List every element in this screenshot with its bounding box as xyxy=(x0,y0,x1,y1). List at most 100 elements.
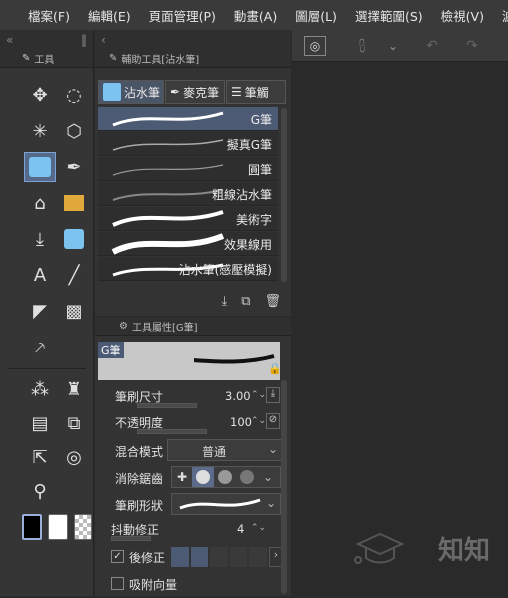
move-icon[interactable]: ✥ xyxy=(24,80,56,110)
collapse-left-icon[interactable]: ‹ xyxy=(101,33,106,47)
tone-icon[interactable]: ▩ xyxy=(58,296,90,326)
redo-icon[interactable]: ↷ xyxy=(462,36,482,56)
blend-mode-row: 混合模式 普通 ⌄ xyxy=(103,437,283,463)
main-color-swatch[interactable] xyxy=(22,514,42,540)
chevron-down-icon[interactable]: ⌄ xyxy=(386,36,400,56)
frame-icon[interactable]: ◤ xyxy=(24,296,56,326)
opacity-row: 不透明度 100 ⌃⌄ ⊘ xyxy=(103,410,283,436)
pointer-icon[interactable]: ⇱ xyxy=(24,442,56,472)
object-select-icon[interactable]: ⬡ xyxy=(58,116,90,146)
antialias-weak-icon[interactable] xyxy=(192,467,214,487)
text-icon[interactable]: A xyxy=(24,260,56,290)
tool-panel-title: 工具 xyxy=(34,55,55,66)
watermark-text: 知知 xyxy=(438,536,491,566)
tool-panel-header: « ‖ xyxy=(0,30,93,50)
menu-edit[interactable]: 編輯(E) xyxy=(88,6,131,25)
fill-icon[interactable]: ⤓ xyxy=(24,224,56,254)
tool-panel-tab[interactable]: ✎ 工具 xyxy=(0,50,93,68)
brush-calligraphy[interactable]: 美術字 xyxy=(98,207,278,231)
brush-shape-select[interactable]: ⌄ xyxy=(171,493,281,515)
level-2[interactable] xyxy=(190,547,209,567)
menu-selection[interactable]: 選擇範圍(S) xyxy=(355,6,423,25)
tab-stroke[interactable]: ☰ 筆觸 xyxy=(226,80,286,104)
spinner-icon[interactable]: ⌃⌄ xyxy=(251,390,266,400)
spray-icon[interactable]: ⁂ xyxy=(24,374,56,404)
chevron-down-icon[interactable]: ⌄ xyxy=(258,467,278,487)
level-3[interactable] xyxy=(210,547,228,567)
stabilization-slider[interactable] xyxy=(111,536,151,541)
brush-round-pen[interactable]: 圓筆 xyxy=(98,157,278,181)
brush-thick-pen[interactable]: 粗線沾水筆 xyxy=(98,182,278,206)
sub-color-swatch[interactable] xyxy=(48,514,68,540)
blend-mode-value: 普通 xyxy=(202,445,227,459)
antialias-medium-icon[interactable] xyxy=(214,467,236,487)
brush-size-value[interactable]: 3.00 xyxy=(225,389,251,403)
lasso-icon[interactable]: ◌ xyxy=(58,80,90,110)
level-4[interactable] xyxy=(229,547,248,567)
opacity-value[interactable]: 100 xyxy=(230,415,252,429)
level-1[interactable] xyxy=(171,547,189,567)
spinner-icon[interactable]: ⌃⌄ xyxy=(251,416,266,426)
stamp-icon[interactable]: ♜ xyxy=(58,374,90,404)
duplicate-icon[interactable]: ⧉ xyxy=(241,294,250,309)
sub-tool-panel: ‹ ✎ 輔助工具[沾水筆] 沾水筆 ✒ 麥克筆 ☰ 筆觸 G筆 擬真G筆 圓筆 … xyxy=(95,30,291,316)
gradient-icon[interactable]: ▤ xyxy=(24,408,56,438)
snap-vector-checkbox[interactable] xyxy=(111,577,124,590)
brush-list-scrollbar[interactable] xyxy=(281,108,287,282)
decoration-icon[interactable] xyxy=(58,188,90,218)
stabilization-value[interactable]: 4 xyxy=(237,522,244,536)
level-5[interactable] xyxy=(249,547,267,567)
menu-filter[interactable]: 濾 xyxy=(502,6,508,25)
menu-view[interactable]: 檢視(V) xyxy=(441,6,484,25)
property-scrollbar[interactable] xyxy=(281,380,287,594)
antialias-strong-icon[interactable] xyxy=(236,467,258,487)
grip-icon[interactable]: ‖ xyxy=(81,33,87,47)
opacity-slider[interactable] xyxy=(137,429,207,434)
brush-effect-line[interactable]: 效果線用 xyxy=(98,232,278,256)
antialias-none-icon[interactable]: ✚ xyxy=(172,467,192,487)
antialias-label: 消除鋸齒 xyxy=(115,472,164,486)
brush-shape-preview xyxy=(179,498,261,510)
pen-tool-icon[interactable] xyxy=(24,152,56,182)
menu-page[interactable]: 頁面管理(P) xyxy=(149,6,216,25)
brush-label: 沾水筆(感壓模擬) xyxy=(178,263,272,277)
lock-icon[interactable]: 🔒 xyxy=(268,362,282,375)
brush-size-row: 筆刷尺寸 3.00 ⌃⌄ ⤓ xyxy=(103,384,283,410)
gradient-fill-icon[interactable] xyxy=(58,224,90,254)
tab-dip-pen[interactable]: 沾水筆 xyxy=(98,80,164,104)
collapse-icon[interactable]: « xyxy=(6,33,13,47)
undo-icon[interactable]: ↶ xyxy=(422,36,442,56)
opacity-link-icon[interactable]: ⊘ xyxy=(266,413,280,429)
spinner-icon[interactable]: ⌃⌄ xyxy=(251,523,266,533)
zoom-icon[interactable]: ⚲ xyxy=(24,476,56,506)
size-dropdown-icon[interactable]: ⤓ xyxy=(266,387,280,403)
line-icon[interactable]: ╱ xyxy=(58,260,90,290)
eraser-icon[interactable]: ⌂ xyxy=(24,188,56,218)
eyedropper-icon[interactable]: ⸕ xyxy=(24,332,56,362)
brush-preview xyxy=(112,164,224,176)
clip-studio-icon[interactable]: ◎ xyxy=(304,36,326,56)
fill-bucket-icon[interactable]: ⩉ xyxy=(350,36,374,56)
transform-icon[interactable]: ⧉ xyxy=(58,408,90,438)
post-correction-checkbox[interactable]: ✓ xyxy=(111,550,124,563)
import-icon[interactable]: ⤓ xyxy=(221,294,227,309)
auto-select-icon[interactable]: ✳ xyxy=(24,116,56,146)
menu-file[interactable]: 檔案(F) xyxy=(28,6,70,25)
canvas-area[interactable]: ◎ ⩉ ⌄ ↶ ↷ 知知 xyxy=(292,30,508,596)
transparent-color-swatch[interactable] xyxy=(74,514,92,540)
pen-icon: ✎ xyxy=(22,53,31,64)
brush-size-slider[interactable] xyxy=(137,403,197,408)
tool-property-title-bar: ⚙ 工具屬性[G筆] xyxy=(95,318,291,336)
pencil-icon[interactable]: ✒ xyxy=(58,152,90,182)
trash-icon[interactable]: 🗑 xyxy=(264,294,281,309)
brush-real-g-pen[interactable]: 擬真G筆 xyxy=(98,132,278,156)
brush-dip-pen-pressure[interactable]: 沾水筆(感壓模擬) xyxy=(98,257,278,281)
tab-marker[interactable]: ✒ 麥克筆 xyxy=(165,80,225,104)
menu-animation[interactable]: 動畫(A) xyxy=(234,6,277,25)
chevron-down-icon: ⌄ xyxy=(267,442,278,456)
brush-g-pen[interactable]: G筆 xyxy=(98,107,278,131)
blend-mode-select[interactable]: 普通 ⌄ xyxy=(167,439,283,461)
menu-layer[interactable]: 圖層(L) xyxy=(295,6,337,25)
correct-icon[interactable]: ◎ xyxy=(58,442,90,472)
sub-tool-actions: ⤓ ⧉ 🗑 xyxy=(95,288,291,314)
